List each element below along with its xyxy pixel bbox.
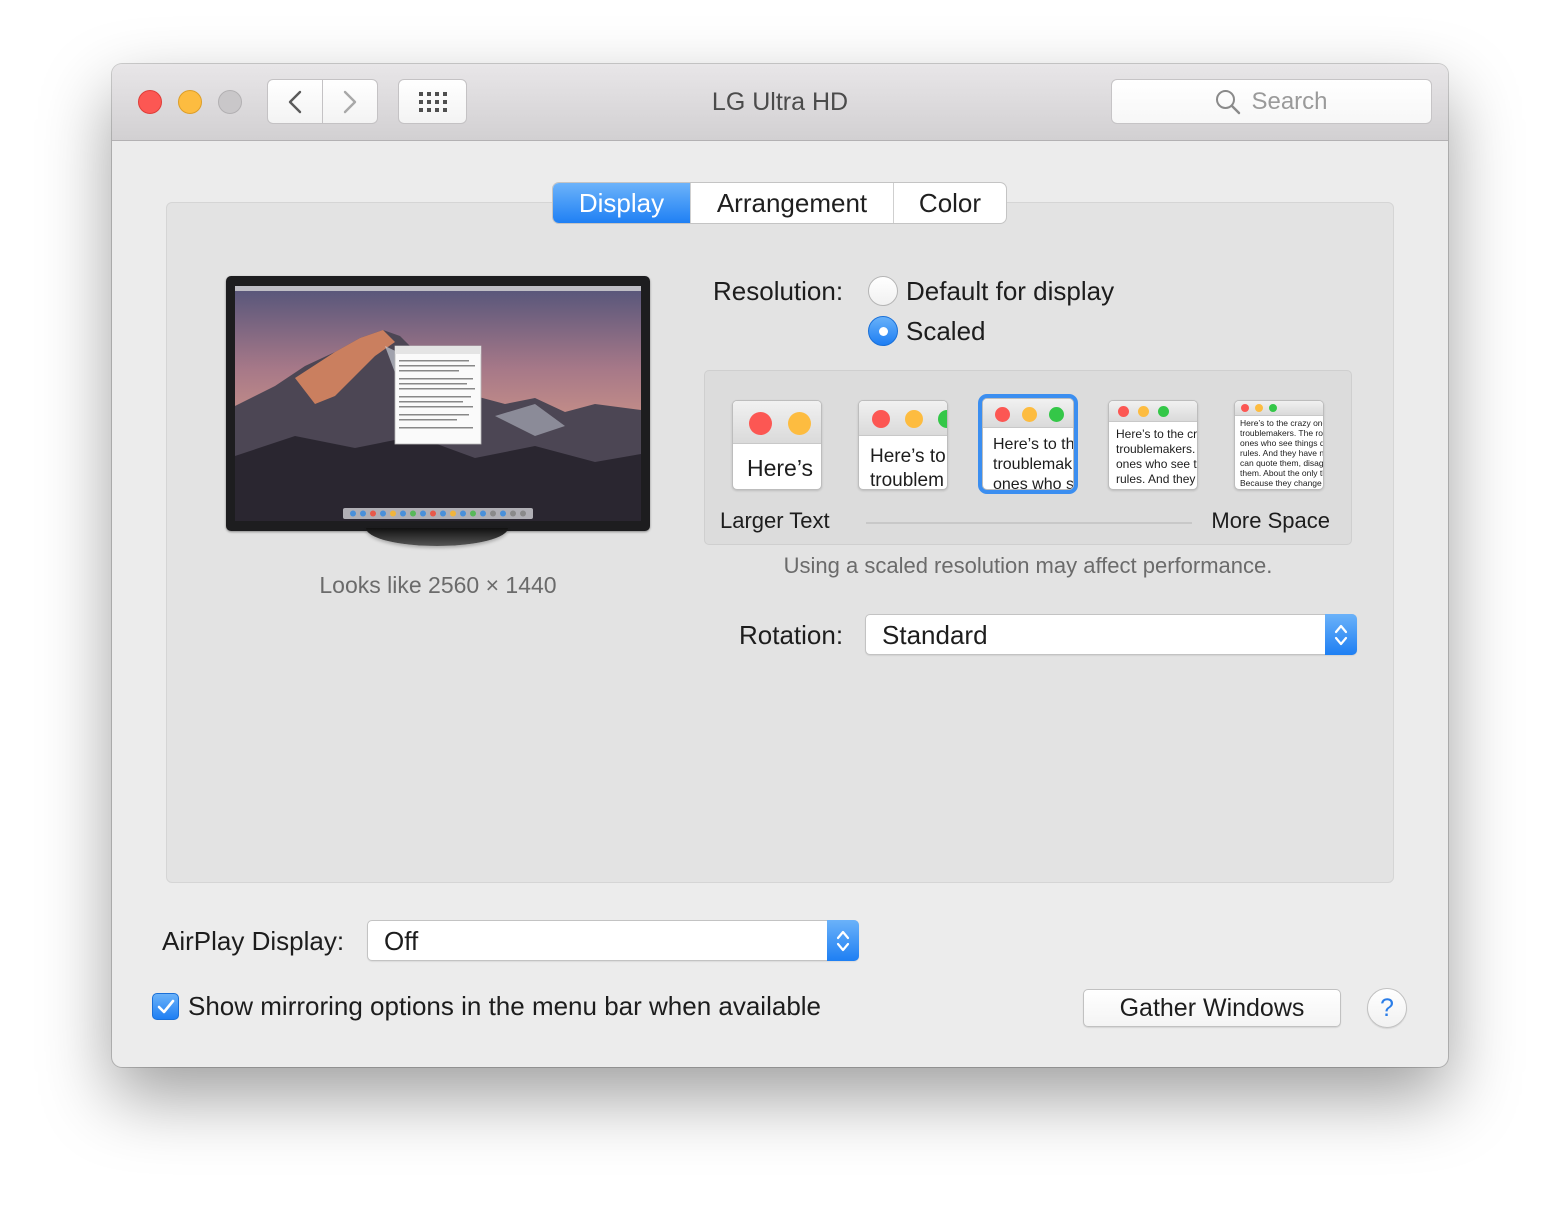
tab-arrangement[interactable]: Arrangement xyxy=(690,183,893,223)
rotation-value: Standard xyxy=(882,620,988,650)
scale-option-3-text: Here’s to th troublemak ones who s xyxy=(993,436,1074,490)
radio-scaled[interactable] xyxy=(868,316,898,346)
more-space-label: More Space xyxy=(1211,508,1330,533)
airplay-display-value: Off xyxy=(384,926,419,956)
scale-track-line xyxy=(866,522,1192,524)
title-bar: LG Ultra HD Search xyxy=(112,64,1448,141)
updown-arrows-icon xyxy=(827,920,859,961)
scaled-resolution-chooser: Here’s Here’s to troublem Here’s to th t… xyxy=(704,370,1352,545)
scale-option-5-text: Here’s to the crazy one troublemakers. T… xyxy=(1240,418,1324,488)
scale-option-1-text: Here’s xyxy=(747,455,814,481)
rotation-label: Rotation: xyxy=(739,620,844,650)
help-button[interactable]: ? xyxy=(1367,988,1407,1028)
scaled-label[interactable]: Scaled xyxy=(906,316,986,347)
desktop-wallpaper-image xyxy=(235,286,641,521)
default-for-display-label[interactable]: Default for display xyxy=(906,276,1114,307)
search-placeholder: Search xyxy=(1251,87,1328,115)
scale-option-more-space[interactable]: Here’s to the crazy one troublemakers. T… xyxy=(1234,400,1324,490)
larger-text-label: Larger Text xyxy=(720,508,830,533)
airplay-display-popup[interactable]: Off xyxy=(367,920,859,961)
scale-option-4-text: Here’s to the cr troublemakers. ones who… xyxy=(1116,427,1198,486)
radio-default-for-display[interactable] xyxy=(868,276,898,306)
scale-option-4[interactable]: Here’s to the cr troublemakers. ones who… xyxy=(1108,400,1198,490)
mountain-wallpaper-graphic xyxy=(235,286,641,521)
tab-bar: Display Arrangement Color xyxy=(553,183,1006,223)
gather-windows-button[interactable]: Gather Windows xyxy=(1083,989,1341,1027)
search-input[interactable]: Search xyxy=(1111,79,1432,124)
scale-option-2-text: Here’s to troublem xyxy=(870,446,946,490)
performance-note: Using a scaled resolution may affect per… xyxy=(783,553,1273,578)
scale-option-larger-text[interactable]: Here’s xyxy=(732,400,822,490)
mirroring-options-checkbox[interactable] xyxy=(152,993,179,1020)
display-preview xyxy=(226,276,650,531)
mirroring-options-label[interactable]: Show mirroring options in the menu bar w… xyxy=(188,991,821,1022)
resolution-label: Resolution: xyxy=(713,276,844,306)
system-preferences-window: LG Ultra HD Search Display Arrangement C… xyxy=(112,64,1448,1067)
airplay-display-label: AirPlay Display: xyxy=(162,926,345,956)
search-icon xyxy=(1216,89,1241,114)
checkmark-icon xyxy=(157,999,174,1013)
looks-like-resolution: Looks like 2560 × 1440 xyxy=(319,572,557,598)
tab-color[interactable]: Color xyxy=(893,183,1006,223)
rotation-popup[interactable]: Standard xyxy=(865,614,1357,655)
updown-arrows-icon xyxy=(1325,614,1357,655)
scale-option-3-selected[interactable]: Here’s to th troublemak ones who s xyxy=(978,394,1078,494)
tab-display[interactable]: Display xyxy=(553,183,690,223)
scale-option-2[interactable]: Here’s to troublem xyxy=(858,400,948,490)
